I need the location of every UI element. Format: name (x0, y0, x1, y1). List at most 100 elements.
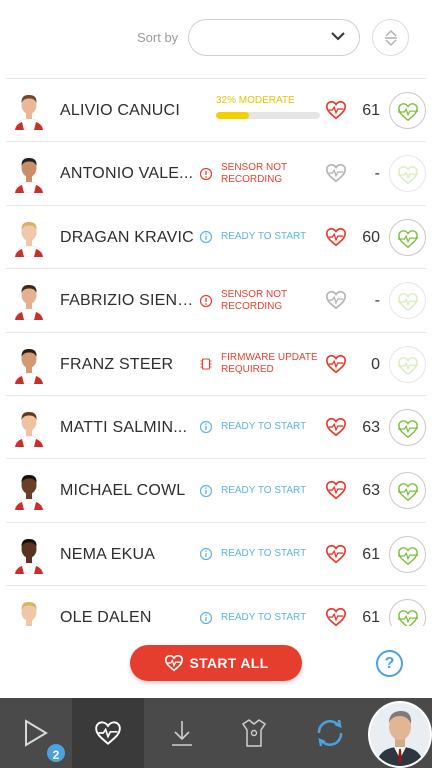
nav-heart-rate[interactable] (72, 698, 144, 768)
start-recording-button[interactable] (389, 535, 426, 573)
profile-avatar[interactable] (368, 701, 432, 768)
start-recording-button[interactable] (389, 155, 426, 193)
help-button[interactable]: ? (376, 650, 403, 677)
start-recording-button[interactable] (389, 408, 426, 446)
status-text: SENSOR NOT RECORDING (221, 288, 287, 312)
heart-rate-icon (326, 291, 346, 310)
start-all-label: START ALL (189, 655, 269, 671)
heart-pulse-icon (164, 654, 183, 672)
nav-sync[interactable] (294, 698, 366, 768)
athlete-status: READY TO START (199, 459, 319, 522)
heart-pulse-action-icon (398, 293, 418, 312)
heart-rate-icon (326, 544, 346, 564)
sort-arrows-icon (385, 29, 397, 47)
athlete-avatar (14, 285, 44, 321)
athlete-name: FABRIZIO SIENTA (60, 292, 194, 310)
start-recording-button[interactable] (389, 345, 426, 383)
shirt-sensor-icon (241, 719, 267, 747)
info-icon (199, 421, 213, 434)
heart-rate-value: 0 (371, 355, 380, 373)
sync-icon (317, 719, 343, 747)
heart-pulse-action-icon (398, 610, 418, 626)
heart-rate-icon (326, 100, 346, 120)
heart-rate-icon (326, 227, 346, 247)
heart-pulse-icon (95, 721, 121, 745)
heart-rate-value: - (374, 165, 380, 183)
athlete-name: ANTONIO VALE... (60, 165, 194, 183)
status-text: SENSOR NOT RECORDING (221, 161, 287, 185)
heart-pulse-action-icon (398, 420, 418, 439)
info-icon (199, 611, 213, 624)
start-all-button[interactable]: START ALL (130, 645, 302, 681)
sort-dropdown[interactable] (188, 19, 360, 56)
nav-sensor[interactable] (218, 698, 290, 768)
athlete-row[interactable]: FRANZ STEER FIRMWARE UPDATE REQUIRED 0 (6, 331, 426, 396)
heart-rate-icon (326, 417, 346, 437)
heart-rate-icon (326, 608, 346, 626)
heart-rate-icon (326, 354, 346, 373)
warning-icon (199, 167, 213, 180)
start-recording-button[interactable] (389, 472, 426, 510)
sort-order-button[interactable] (372, 19, 409, 56)
status-text: READY TO START (221, 421, 307, 433)
info-icon (199, 231, 213, 244)
status-text: READY TO START (221, 231, 307, 243)
athlete-name: MATTI SALMIN... (60, 418, 188, 436)
athlete-row[interactable]: DRAGAN KRAVIC READY TO START 60 (6, 204, 426, 268)
athlete-status: READY TO START (199, 523, 319, 586)
chip-icon (200, 358, 212, 370)
start-recording-button[interactable] (389, 599, 426, 626)
status-text: FIRMWARE UPDATE REQUIRED (221, 352, 318, 376)
heart-rate-value: - (374, 292, 380, 310)
heart-rate-value: 63 (362, 482, 380, 500)
athlete-avatar (14, 95, 44, 130)
athlete-avatar (14, 348, 44, 384)
athlete-name: NEMA EKUA (60, 545, 156, 563)
status-text: READY TO START (221, 484, 307, 496)
heart-pulse-action-icon (398, 356, 418, 375)
heart-pulse-action-icon (398, 166, 418, 185)
athlete-row[interactable]: FABRIZIO SIENTA SENSOR NOT RECORDING - (6, 268, 426, 331)
athlete-status: SENSOR NOT RECORDING (199, 142, 319, 205)
play-icon (25, 719, 48, 747)
athlete-avatar (14, 538, 44, 574)
heart-pulse-action-icon (398, 103, 418, 122)
start-recording-button[interactable] (389, 282, 426, 320)
athlete-name: MICHAEL COWL (60, 482, 186, 500)
athlete-row[interactable]: MICHAEL COWL READY TO START 63 (6, 458, 426, 521)
athlete-name: OLE DALEN (60, 609, 152, 626)
athlete-row[interactable]: ANTONIO VALE... SENSOR NOT RECORDING - (6, 141, 426, 204)
nav-download[interactable] (146, 698, 218, 768)
athlete-status: READY TO START (199, 586, 319, 626)
athlete-avatar (14, 158, 44, 194)
athlete-row[interactable]: NEMA EKUA READY TO START 61 (6, 521, 426, 586)
status-text: READY TO START (221, 548, 307, 560)
chevron-down-icon (331, 32, 345, 41)
warning-icon (199, 294, 213, 307)
athlete-status: READY TO START (199, 396, 319, 459)
progress-bar (216, 112, 320, 119)
start-recording-button[interactable] (389, 218, 426, 256)
athlete-avatar (14, 221, 44, 257)
heart-rate-value: 61 (362, 102, 380, 119)
athlete-name: DRAGAN KRAVIC (60, 228, 194, 246)
nav-play[interactable]: 2 (0, 698, 72, 768)
heart-pulse-action-icon (398, 483, 418, 502)
status-text: READY TO START (221, 611, 307, 623)
start-recording-button[interactable] (389, 92, 426, 129)
athlete-status: FIRMWARE UPDATE REQUIRED (199, 333, 319, 396)
user-photo (370, 703, 430, 766)
athlete-name: ALIVIO CANUCI (60, 102, 180, 119)
athlete-row[interactable]: ALIVIO CANUCI 32% MODERATE 61 (6, 78, 426, 141)
heart-rate-icon (326, 164, 346, 183)
athlete-list[interactable]: ALIVIO CANUCI 32% MODERATE 61 ANTONIO VA… (6, 78, 426, 626)
heart-rate-value: 61 (362, 545, 380, 563)
athlete-row[interactable]: OLE DALEN READY TO START 61 (6, 585, 426, 626)
athlete-row[interactable]: MATTI SALMIN... READY TO START 63 (6, 394, 426, 459)
heart-rate-icon (326, 481, 346, 500)
athlete-avatar (14, 411, 44, 447)
heart-rate-value: 60 (362, 228, 380, 246)
sort-label: Sort by (137, 30, 179, 45)
athlete-name: FRANZ STEER (60, 355, 174, 373)
athlete-status: SENSOR NOT RECORDING (199, 269, 319, 332)
